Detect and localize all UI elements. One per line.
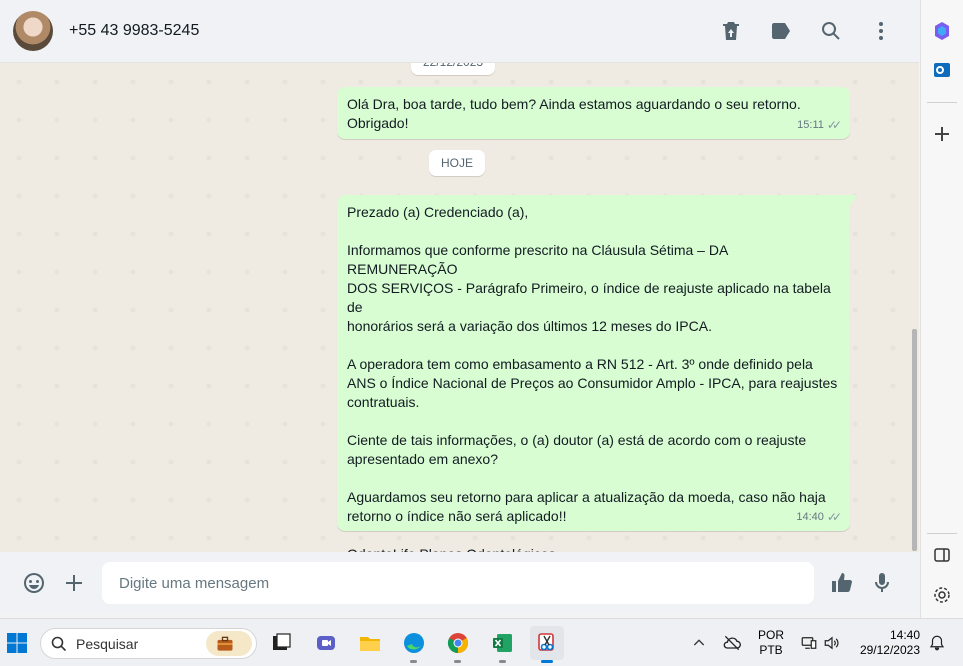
outlook-icon[interactable] [929,57,955,83]
taskbar-search[interactable]: Pesquisar [40,628,257,659]
split-view-icon[interactable] [929,542,955,568]
volume-icon[interactable] [820,626,844,660]
network-icon[interactable] [797,626,821,660]
read-ticks-icon: ✓✓ [826,118,842,132]
message-bubble[interactable]: Prezado (a) Credenciado (a), Informamos … [337,195,858,552]
keyboard-layout: PTB [759,643,783,657]
file-explorer-icon[interactable] [353,626,387,660]
microphone-icon[interactable] [862,563,902,603]
search-placeholder: Pesquisar [76,635,139,652]
emoji-icon[interactable] [14,563,54,603]
chrome-icon[interactable] [441,626,475,663]
add-icon[interactable] [929,121,955,147]
running-indicator [454,660,461,663]
message-meta: 14:40 ✓✓ [796,508,842,527]
header-actions [719,19,893,43]
contact-name[interactable]: +55 43 9983-5245 [69,22,199,40]
chat-header: +55 43 9983-5245 [0,0,919,63]
message-time: 15:11 [797,119,824,131]
read-ticks-icon: ✓✓ [826,510,842,524]
chat-scrollbar[interactable] [912,329,917,551]
edge-browser-icon[interactable] [397,626,431,663]
search-icon [51,636,67,651]
search-icon[interactable] [819,19,843,43]
sidebar-divider [927,102,957,103]
sidebar-divider [927,533,957,534]
clock-time: 14:40 [889,628,920,642]
menu-icon[interactable] [869,19,893,43]
language-code: POR [757,628,784,642]
message-text: Prezado (a) Credenciado (a), Informamos … [347,204,838,552]
tray-expand-chevron-icon[interactable] [684,626,714,660]
label-icon[interactable] [769,19,793,43]
input-language[interactable]: POR PTB [757,628,785,658]
clock-date: 29/12/2023 [859,643,920,657]
date-divider-today: HOJE [429,150,486,176]
chat-panel[interactable]: 22/12/2023 Olá Dra, boa tarde, tudo bem?… [0,63,919,552]
running-indicator [541,660,553,663]
message-text: Olá Dra, boa tarde, tudo bem? Ainda esta… [347,96,801,131]
date-divider: 22/12/2023 [411,63,496,75]
sticker-like-icon[interactable] [822,563,862,603]
snipping-tool-icon[interactable] [530,626,564,663]
copilot-icon[interactable] [929,18,955,44]
excel-icon[interactable] [486,626,520,663]
windows-taskbar: Pesquisar POR PTB 14:40 29/12/2023 [0,618,963,666]
onedrive-offline-icon[interactable] [716,626,748,660]
contact-avatar[interactable] [13,11,53,51]
attach-plus-icon[interactable] [54,563,94,603]
running-indicator [410,660,417,663]
task-view-icon[interactable] [264,626,298,660]
settings-gear-icon[interactable] [929,582,955,608]
message-meta: 15:11 ✓✓ [797,116,842,135]
windows-start-icon[interactable] [0,626,34,660]
teams-meet-icon[interactable] [309,626,343,660]
clear-chat-icon[interactable] [719,19,743,43]
message-time: 14:40 [796,511,824,523]
taskbar-clock[interactable]: 14:40 29/12/2023 [852,628,920,658]
message-input[interactable] [102,562,814,604]
running-indicator [499,660,506,663]
briefcase-icon [206,631,252,656]
message-bubble[interactable]: Olá Dra, boa tarde, tudo bem? Ainda esta… [337,87,850,139]
message-composer [0,552,919,614]
notification-bell-icon[interactable] [925,626,949,660]
edge-sidebar [920,0,963,618]
